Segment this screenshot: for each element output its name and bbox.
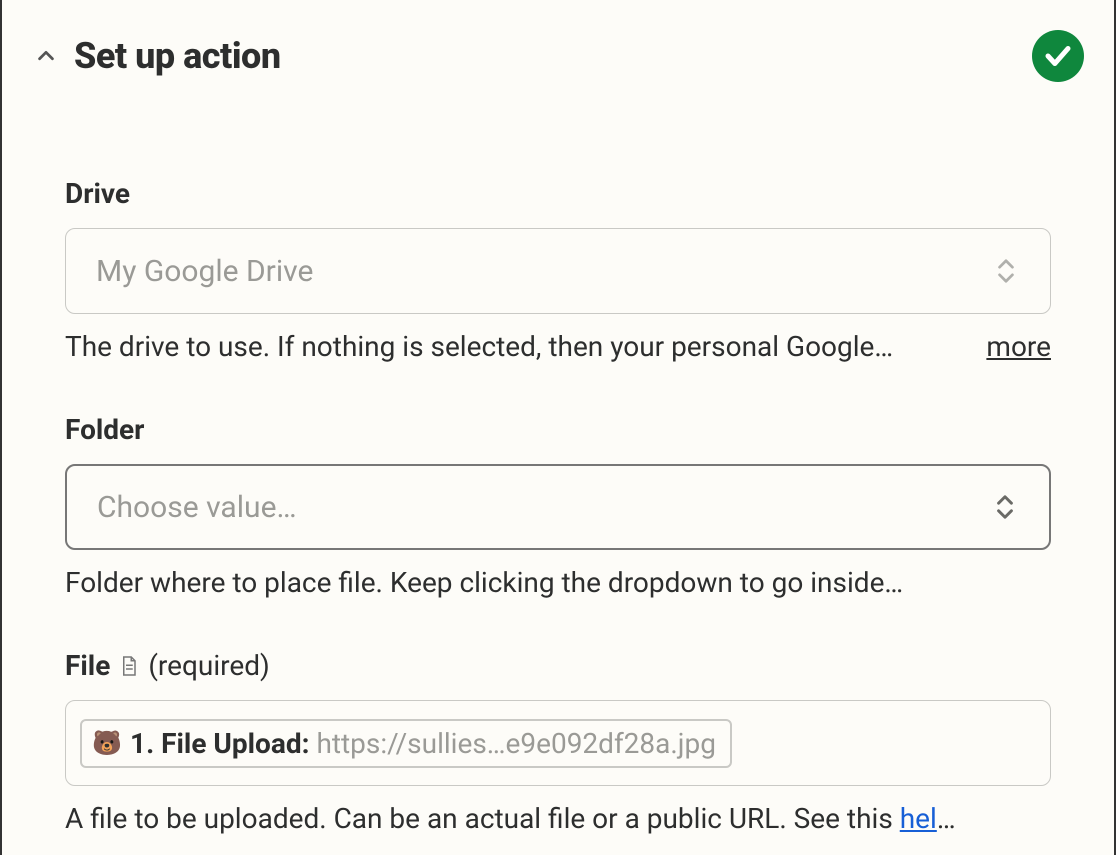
drive-more-link[interactable]: more	[986, 330, 1051, 363]
file-input[interactable]: 🐻 1. File Upload: https://sullies…e9e092…	[65, 700, 1051, 786]
updown-caret-icon	[992, 254, 1020, 288]
field-drive: Drive My Google Drive The drive to use. …	[32, 177, 1084, 363]
file-value-pill[interactable]: 🐻 1. File Upload: https://sullies…e9e092…	[80, 719, 732, 768]
chevron-up-icon[interactable]	[32, 42, 60, 70]
folder-dropdown[interactable]: Choose value…	[65, 464, 1051, 550]
drive-helper-row: The drive to use. If nothing is selected…	[65, 330, 1051, 363]
drive-value: My Google Drive	[96, 254, 313, 289]
folder-label: Folder	[65, 413, 144, 446]
field-label-row: File (required)	[65, 649, 1051, 682]
drive-label: Drive	[65, 177, 130, 210]
file-required: (required)	[148, 649, 269, 682]
file-label: File	[65, 649, 110, 682]
file-icon	[120, 655, 138, 677]
status-check-icon	[1032, 30, 1084, 82]
folder-helper: Folder where to place file. Keep clickin…	[65, 566, 1051, 599]
file-helper: A file to be uploaded. Can be an actual …	[65, 802, 1051, 835]
file-help-link[interactable]: hel	[900, 802, 937, 835]
jotform-icon: 🐻	[92, 728, 122, 758]
field-folder: Folder Choose value… Folder where to pla…	[32, 413, 1084, 599]
drive-helper: The drive to use. If nothing is selected…	[65, 330, 966, 363]
file-pill-label: 1. File Upload:	[130, 727, 316, 760]
folder-helper-row: Folder where to place file. Keep clickin…	[65, 566, 1051, 599]
setup-action-panel: Set up action Drive My Google Drive The …	[0, 0, 1116, 855]
field-label-row: Folder	[65, 413, 1051, 446]
file-pill-value: https://sullies…e9e092df28a.jpg	[316, 727, 715, 760]
field-label-row: Drive	[65, 177, 1051, 210]
file-pill-text: 1. File Upload: https://sullies…e9e092df…	[130, 727, 716, 760]
header-left: Set up action	[32, 35, 281, 77]
file-helper-row: A file to be uploaded. Can be an actual …	[65, 802, 1051, 835]
panel-title: Set up action	[74, 35, 281, 77]
drive-dropdown[interactable]: My Google Drive	[65, 228, 1051, 314]
updown-caret-icon	[991, 490, 1019, 524]
folder-placeholder: Choose value…	[97, 490, 297, 525]
panel-header: Set up action	[32, 30, 1084, 82]
field-file: File (required) 🐻 1. File Upload: https:…	[32, 649, 1084, 835]
